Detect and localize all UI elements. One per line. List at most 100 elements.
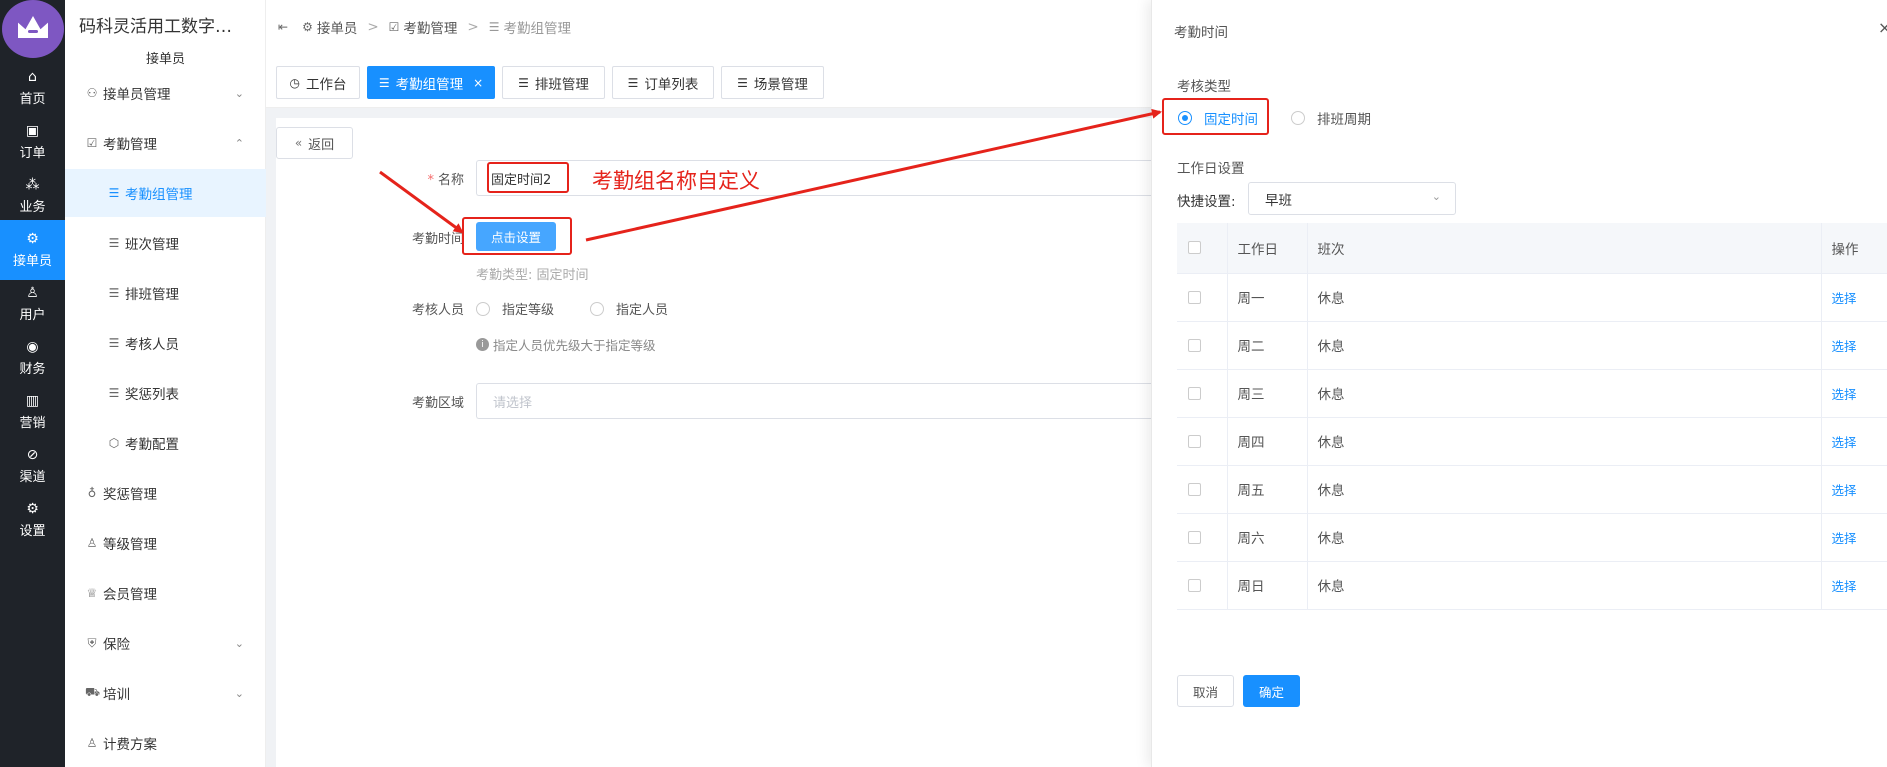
rail-item-settings[interactable]: ⚙ 设置 bbox=[0, 490, 65, 550]
area-select[interactable]: 请选择 bbox=[476, 383, 1151, 419]
column-header: 操作 bbox=[1821, 223, 1887, 274]
table-row: 周六 休息 选择 bbox=[1177, 513, 1887, 562]
radio-by-person[interactable]: 指定人员 bbox=[590, 299, 668, 318]
table-row: 周一 休息 选择 bbox=[1177, 273, 1887, 322]
day-cell: 周一 bbox=[1227, 273, 1308, 322]
tab-attendance-group[interactable]: ☰ 考勤组管理 × bbox=[367, 66, 495, 99]
day-cell: 周六 bbox=[1227, 513, 1308, 562]
close-icon[interactable]: × bbox=[1878, 18, 1887, 37]
annotation-box-name bbox=[487, 162, 569, 193]
form-panel bbox=[276, 118, 1151, 767]
table-row: 周二 休息 选择 bbox=[1177, 321, 1887, 370]
sidebar-item-billing[interactable]: ♙ 计费方案 bbox=[65, 719, 266, 767]
chevron-down-icon: ⌄ bbox=[234, 86, 244, 100]
rail-item-users[interactable]: ♙ 用户 bbox=[0, 274, 65, 334]
rail-item-channel[interactable]: ⊘ 渠道 bbox=[0, 436, 65, 496]
select-link[interactable]: 选择 bbox=[1832, 291, 1857, 306]
tab-scenes[interactable]: ☰ 场景管理 bbox=[721, 66, 824, 99]
sidebar-item-training[interactable]: ⛟ 培训 ⌄ bbox=[65, 669, 266, 717]
breadcrumb-separator: > bbox=[367, 19, 379, 35]
sidebar-item-insurance[interactable]: ⛨ 保险 ⌄ bbox=[65, 619, 266, 667]
channel-icon: ⊘ bbox=[26, 447, 39, 463]
rail-item-business[interactable]: ⁂ 业务 bbox=[0, 166, 65, 226]
chevron-up-icon: ⌃ bbox=[234, 136, 244, 150]
tab-scheduling[interactable]: ☰ 排班管理 bbox=[502, 66, 605, 99]
sidebar-item-shifts[interactable]: ☰ 班次管理 bbox=[65, 219, 266, 267]
select-all-checkbox[interactable] bbox=[1188, 241, 1201, 255]
row-checkbox[interactable] bbox=[1188, 290, 1201, 304]
icon-rail: ⌂ 首页 ▣ 订单 ⁂ 业务 ⚙ 接单员 ♙ 用户 ◉ 财务 ▥ 营销 ⊘ 渠道 ⚙ 设置 bbox=[0, 0, 65, 767]
confirm-button[interactable]: 确定 bbox=[1243, 675, 1300, 707]
info-icon: i bbox=[476, 338, 489, 351]
day-cell: 周二 bbox=[1227, 321, 1308, 370]
rail-item-workers[interactable]: ⚙ 接单员 bbox=[0, 220, 65, 280]
breadcrumb-item[interactable]: 考勤管理 bbox=[403, 17, 457, 37]
collapse-sidebar-icon[interactable]: ⇤ bbox=[278, 20, 288, 34]
select-link[interactable]: 选择 bbox=[1832, 531, 1857, 546]
priority-hint: i 指定人员优先级大于指定等级 bbox=[476, 335, 656, 354]
drawer-title: 考勤时间 bbox=[1174, 25, 1228, 41]
day-cell: 周五 bbox=[1227, 465, 1308, 514]
select-link[interactable]: 选择 bbox=[1832, 579, 1857, 594]
rail-item-orders[interactable]: ▣ 订单 bbox=[0, 112, 65, 172]
order-icon: ▣ bbox=[25, 123, 40, 139]
rail-item-marketing[interactable]: ▥ 营销 bbox=[0, 382, 65, 442]
sidebar-item-attendance-group[interactable]: ☰ 考勤组管理 bbox=[65, 169, 266, 217]
sidebar-item-attendance[interactable]: ☑ 考勤管理 ⌃ bbox=[65, 119, 266, 167]
tab-orders[interactable]: ☰ 订单列表 bbox=[612, 66, 714, 99]
app-logo bbox=[2, 0, 64, 58]
marketing-icon: ▥ bbox=[25, 393, 40, 409]
list-icon: ☰ bbox=[378, 75, 390, 90]
radio-circle[interactable] bbox=[1291, 111, 1305, 125]
radio-shift-cycle[interactable]: 排班周期 bbox=[1291, 108, 1371, 128]
users-icon: ♙ bbox=[86, 536, 98, 550]
bike-icon: ⚙ bbox=[26, 231, 39, 247]
breadcrumb-separator: > bbox=[467, 19, 479, 35]
breadcrumb-item[interactable]: 接单员 bbox=[317, 17, 358, 37]
chevron-down-icon: ⌄ bbox=[234, 686, 244, 700]
row-checkbox[interactable] bbox=[1188, 434, 1201, 448]
select-link[interactable]: 选择 bbox=[1832, 483, 1857, 498]
radio-by-level[interactable]: 指定等级 bbox=[476, 299, 554, 318]
workday-table: 工作日 班次 操作 周一 休息 选择 周二 休息 选择 周三 休息 选择 周四 休息 选择 周五… bbox=[1177, 223, 1887, 610]
radio-circle[interactable] bbox=[476, 301, 490, 316]
cancel-button[interactable]: 取消 bbox=[1177, 675, 1234, 707]
sidebar-item-rewards[interactable]: ♁ 奖惩管理 bbox=[65, 469, 266, 517]
shift-cell: 休息 bbox=[1307, 561, 1822, 610]
row-checkbox[interactable] bbox=[1188, 386, 1201, 400]
name-input[interactable]: 固定时间2 bbox=[476, 160, 1151, 196]
bus-icon: ⛟ bbox=[85, 685, 101, 699]
close-icon[interactable]: × bbox=[473, 76, 483, 90]
sidebar-item-reward-list[interactable]: ☰ 奖惩列表 bbox=[65, 369, 266, 417]
back-button[interactable]: «返回 bbox=[276, 127, 353, 159]
list-icon: ☰ bbox=[488, 20, 500, 34]
sidebar-item-attendance-config[interactable]: ⬡ 考勤配置 bbox=[65, 419, 266, 467]
radio-circle[interactable] bbox=[590, 301, 604, 316]
sidebar-item-members[interactable]: ♕ 会员管理 bbox=[65, 569, 266, 617]
select-link[interactable]: 选择 bbox=[1832, 435, 1857, 450]
row-checkbox[interactable] bbox=[1188, 578, 1201, 592]
row-checkbox[interactable] bbox=[1188, 482, 1201, 496]
tab-dashboard[interactable]: ◷ 工作台 bbox=[276, 66, 360, 99]
sidebar-item-scheduling[interactable]: ☰ 排班管理 bbox=[65, 269, 266, 317]
select-link[interactable]: 选择 bbox=[1832, 387, 1857, 402]
select-link[interactable]: 选择 bbox=[1832, 339, 1857, 354]
sidebar-item-assessees[interactable]: ☰ 考核人员 bbox=[65, 319, 266, 367]
tabs-bar: ◷ 工作台 ☰ 考勤组管理 × ☰ 排班管理 ☰ 订单列表 ☰ 场景管理 bbox=[266, 54, 1151, 108]
gear-icon: ⚙ bbox=[26, 501, 39, 517]
list-icon: ☰ bbox=[108, 236, 120, 250]
bike-icon: ⚙ bbox=[302, 20, 313, 34]
shift-cell: 休息 bbox=[1307, 465, 1822, 514]
hexagon-icon: ⬡ bbox=[108, 436, 120, 450]
sidebar-item-levels[interactable]: ♙ 等级管理 bbox=[65, 519, 266, 567]
type-label: 考核类型 bbox=[1177, 79, 1231, 95]
rail-item-home[interactable]: ⌂ 首页 bbox=[0, 58, 65, 118]
row-checkbox[interactable] bbox=[1188, 338, 1201, 352]
list-icon: ☰ bbox=[627, 75, 639, 90]
sidebar-item-worker-management[interactable]: ⚇ 接单员管理 ⌄ bbox=[65, 69, 266, 117]
table-row: 周四 休息 选择 bbox=[1177, 417, 1887, 466]
app-name: 码科灵活用工数字… bbox=[79, 17, 232, 37]
quick-setting-select[interactable]: 早班 ⌄ bbox=[1248, 182, 1456, 215]
rail-item-finance[interactable]: ◉ 财务 bbox=[0, 328, 65, 388]
row-checkbox[interactable] bbox=[1188, 530, 1201, 544]
